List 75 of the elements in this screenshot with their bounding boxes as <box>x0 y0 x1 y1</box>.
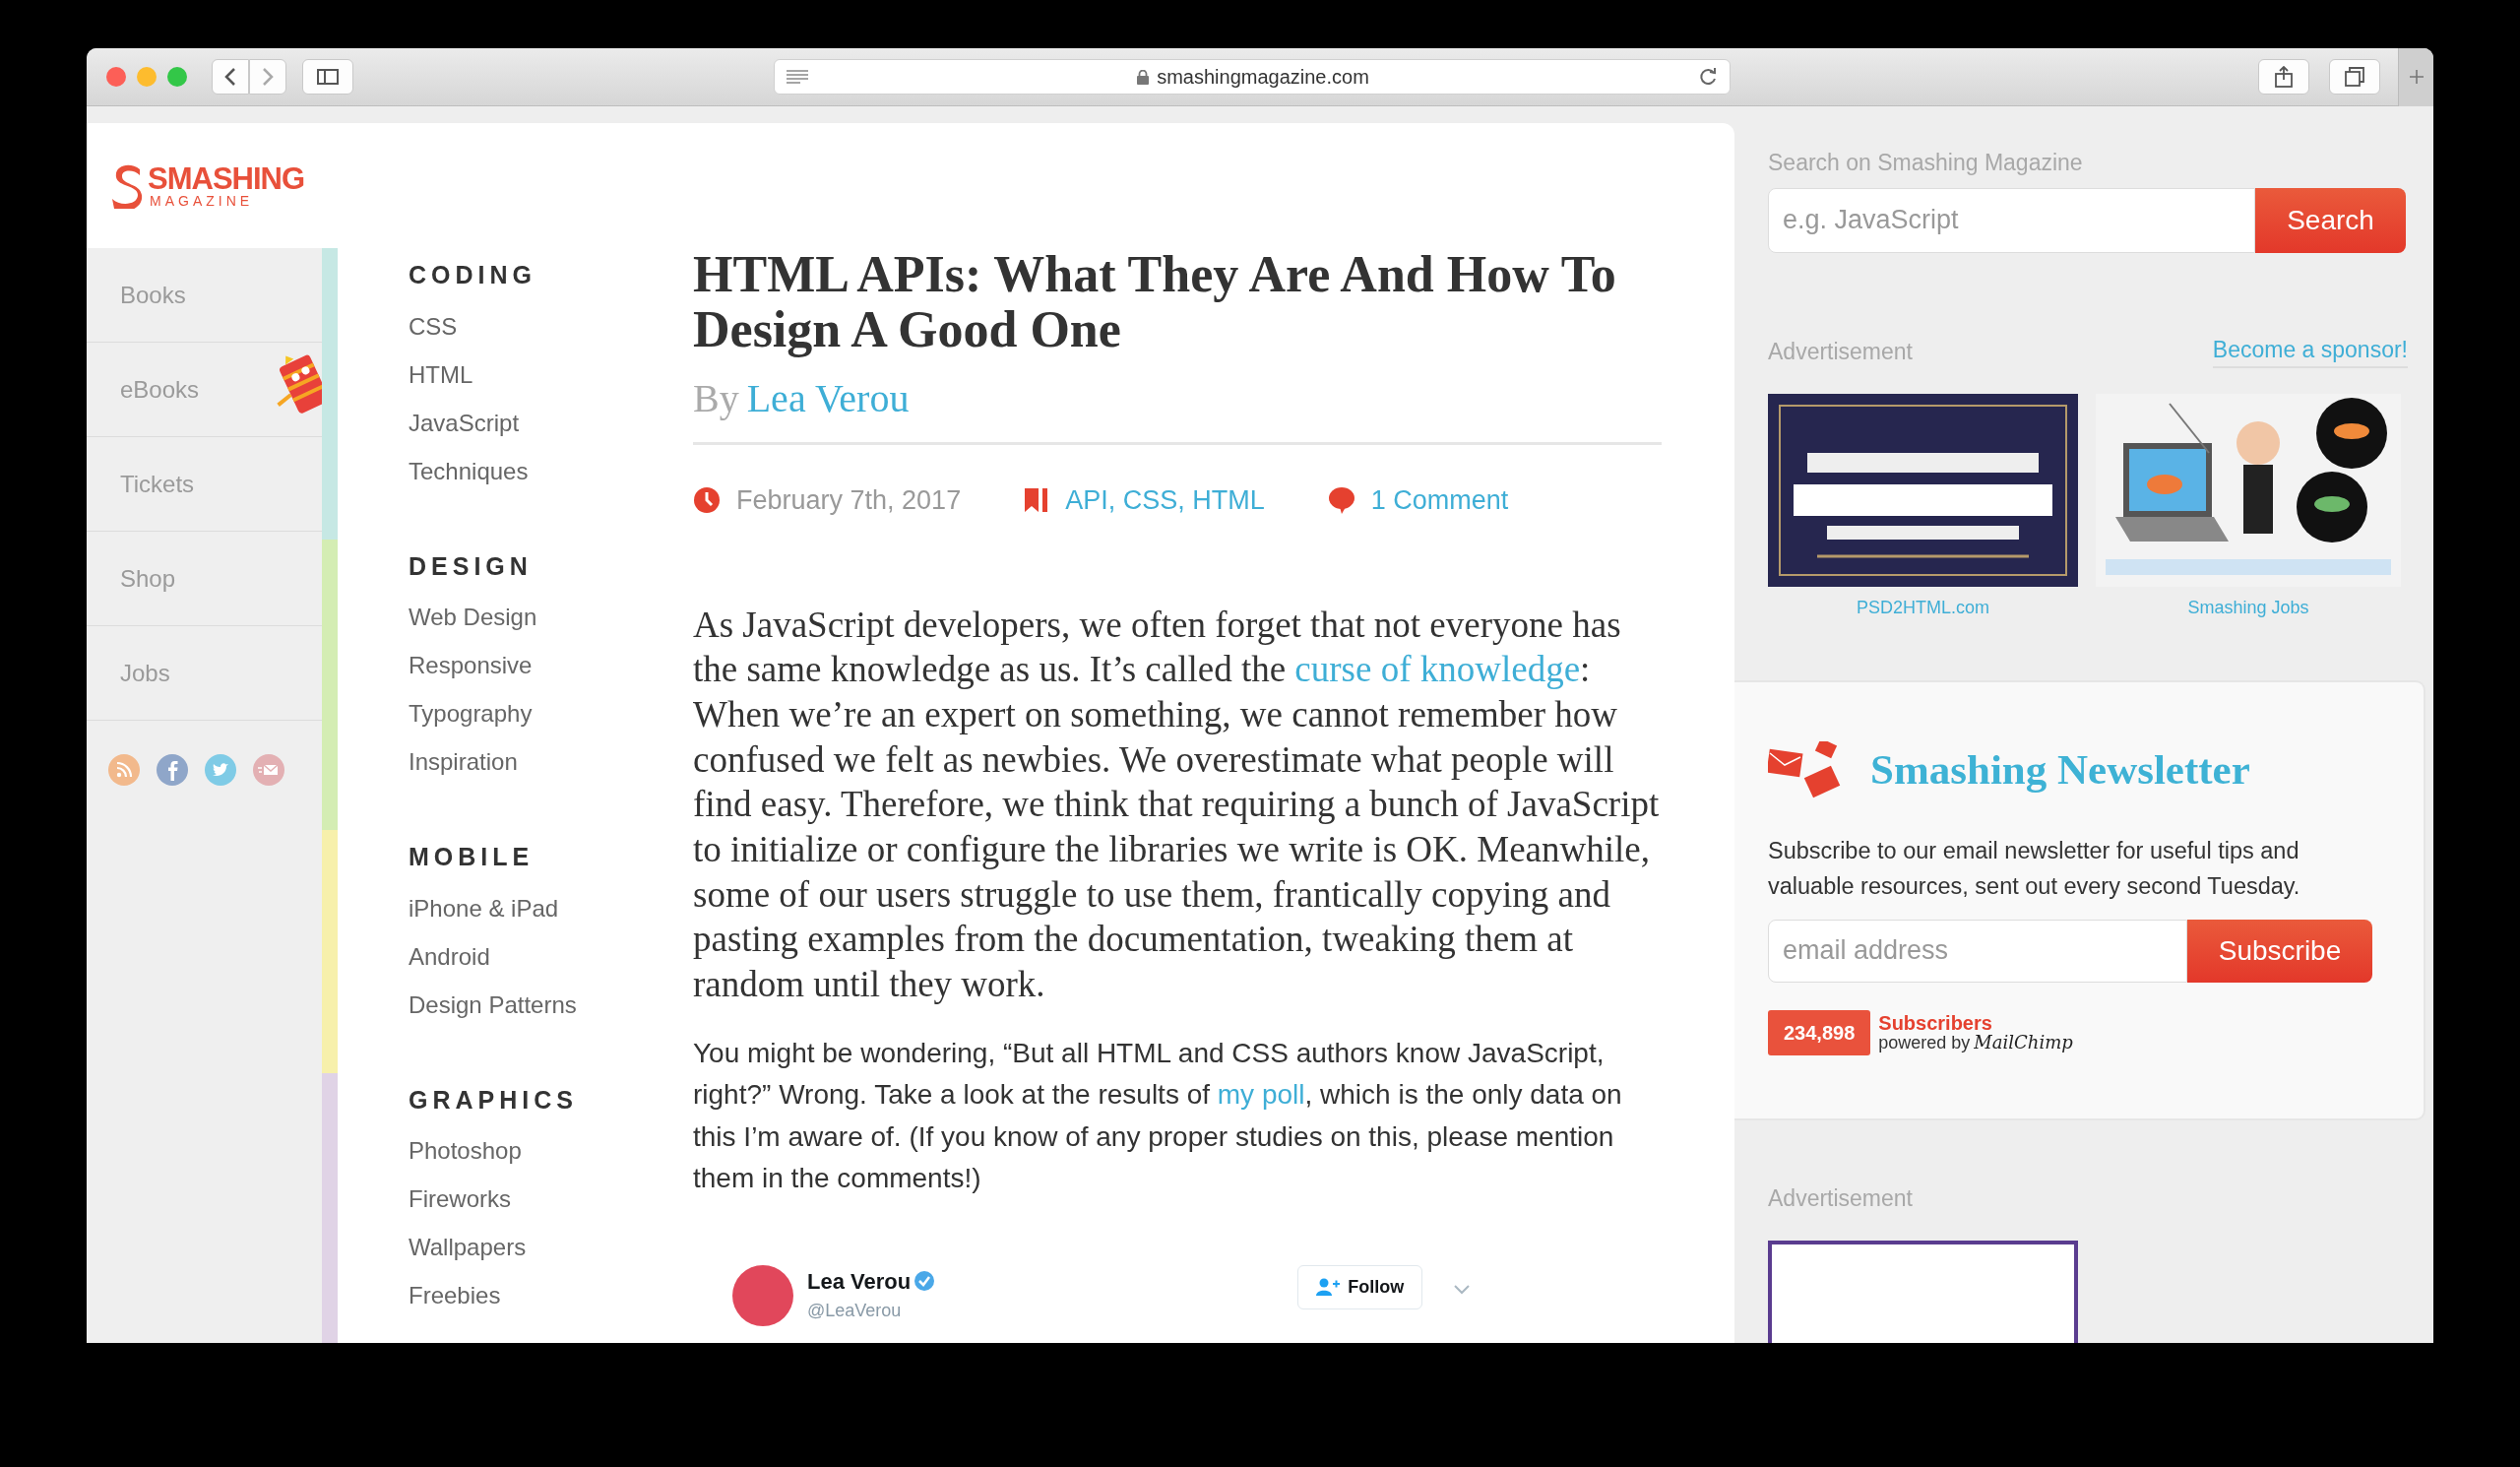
category-link[interactable]: Android <box>409 931 577 981</box>
logo-text: SMASHING <box>148 163 305 194</box>
subscriber-count: 234,898 <box>1768 1009 1871 1055</box>
email-icon[interactable] <box>253 754 284 786</box>
tabs-button[interactable] <box>2329 59 2380 95</box>
article-paragraph: As JavaScript developers, we often forget that not everyone has the same knowledge as us. It’s called the curse of knowledge: When we’re an expert on something, we cannot remember how confused we felt as newbies. We overestimate what people will find easy. Therefore, we think that requiring a bunch of JavaScript to initialize or configure the libraries we write is OK. Meanwhile, some of our users struggle to use them, frantically copying and pasting examples from the documentation, tweaking them at random until they work. <box>693 603 1661 1007</box>
category-link[interactable]: Techniques <box>409 446 536 495</box>
category-link[interactable]: CSS <box>409 301 536 351</box>
reader-icon[interactable] <box>787 70 808 84</box>
address-bar[interactable]: smashingmagazine.com <box>774 59 1731 95</box>
forward-icon <box>262 67 274 87</box>
reload-icon[interactable] <box>1698 67 1718 87</box>
banner-picture[interactable] <box>1768 394 2078 587</box>
category-link[interactable]: Fireworks <box>409 1175 578 1223</box>
site-logo[interactable]: SMASHING MAGAZINE <box>110 162 305 209</box>
tweet-author-name: Lea Verou <box>807 1267 912 1296</box>
bookmark-icon <box>1024 487 1050 514</box>
banner-picture[interactable] <box>1768 1241 2078 1343</box>
newsletter-title: Smashing Newsletter <box>1870 745 2250 795</box>
category-heading: GRAPHICS <box>409 1084 578 1116</box>
category-link[interactable]: Typography <box>409 689 537 737</box>
category-heading: MOBILE <box>409 842 536 872</box>
search-label: Search on Smashing Magazine <box>1768 149 2084 177</box>
powered-by-text: powered by <box>1878 1033 1971 1052</box>
caret-icon[interactable] <box>1454 1284 1471 1295</box>
category-link[interactable]: Wallpapers <box>409 1223 578 1271</box>
search-button[interactable]: Search <box>2255 187 2406 253</box>
category-link[interactable]: JavaScript <box>409 398 536 447</box>
publish-date: February 7th, 2017 <box>736 484 962 517</box>
rss-icon[interactable] <box>108 754 140 786</box>
back-icon <box>224 67 236 87</box>
provider-logo-text: MailChimp <box>1974 1033 2073 1052</box>
category-link[interactable]: iPhone & iPad <box>409 883 577 932</box>
envelopes-icon <box>1768 741 1841 799</box>
tweet-handle: @LeaVerou <box>807 1299 903 1322</box>
article-title: HTML APIs: What They Are And How To Design A Good One <box>693 247 1617 357</box>
sidebar-icon <box>317 69 339 85</box>
tabs-icon <box>2345 67 2364 87</box>
share-icon <box>2275 66 2293 88</box>
search-field[interactable]: e.g. JavaScript <box>1768 187 2255 253</box>
sidebar-button[interactable] <box>302 59 353 95</box>
category-link[interactable]: Web Design <box>409 593 537 641</box>
category-heading: CODING <box>409 260 536 290</box>
twitter-icon[interactable] <box>205 754 236 786</box>
logo-tagline: MAGAZINE <box>150 194 255 208</box>
zoom-button[interactable] <box>167 67 187 87</box>
new-tab-button[interactable] <box>2398 48 2433 106</box>
lock-icon <box>1137 69 1150 85</box>
advertisement-label: Advertisement <box>1768 1183 1914 1213</box>
category-link[interactable]: Design Patterns <box>409 980 577 1029</box>
article-paragraph: You might be wondering, “But all HTML and CSS authors know JavaScript, right?” Wrong. Take a look at the results of my poll, which is the only data on this I’m aware of. (If you know of any proper studies on this, please mention them in the comments!) <box>693 1036 1623 1196</box>
category-link[interactable]: Inspiration <box>409 737 537 786</box>
back-button[interactable] <box>212 59 249 95</box>
add-person-icon <box>1316 1278 1341 1297</box>
category-link[interactable]: Photoshop <box>409 1126 578 1175</box>
logo-s-icon <box>110 162 144 209</box>
advertisement-label: Advertisement <box>1768 337 1913 366</box>
facebook-icon[interactable] <box>157 754 188 786</box>
newsletter-description: Subscribe to our email newsletter for useful tips and valuable resources, sent out every second Tuesday. <box>1768 836 2301 901</box>
follow-button[interactable]: Follow <box>1297 1264 1423 1309</box>
close-button[interactable] <box>106 67 126 87</box>
share-button[interactable] <box>2258 59 2309 95</box>
category-link[interactable]: Freebies <box>409 1271 578 1319</box>
minimize-button[interactable] <box>137 67 157 87</box>
plus-icon <box>2408 69 2425 85</box>
category-link[interactable]: HTML <box>409 350 536 399</box>
speech-bubble-icon <box>1327 486 1355 515</box>
email-field[interactable]: email address <box>1768 919 2187 983</box>
url-text: smashingmagazine.com <box>1157 65 1369 90</box>
subscribe-button[interactable]: Subscribe <box>2187 919 2372 983</box>
category-heading: DESIGN <box>409 550 534 582</box>
clock-icon <box>693 486 721 515</box>
byline-label: By <box>693 375 739 422</box>
subscribers-label: Subscribers <box>1878 1012 1993 1034</box>
category-link[interactable]: Responsive <box>409 641 537 689</box>
